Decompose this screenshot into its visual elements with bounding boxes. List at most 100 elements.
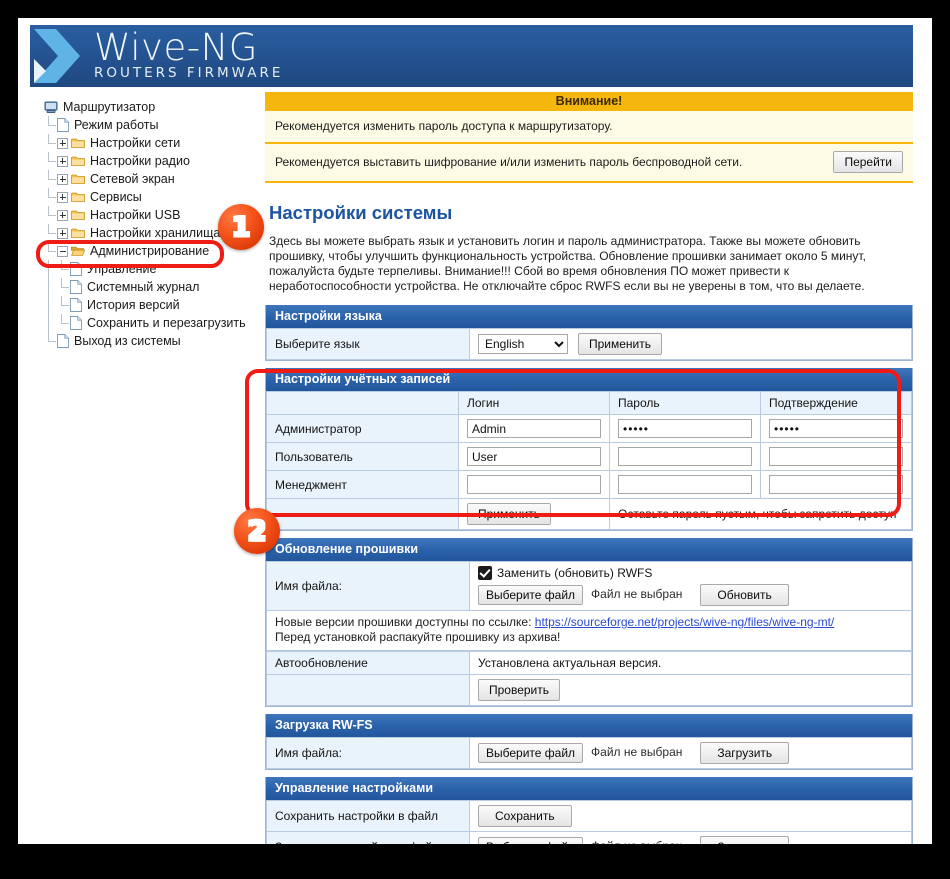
rwfs-panel: Загрузка RW-FS Имя файла: Выберите файл … bbox=[265, 714, 913, 770]
rwfs-checkbox-label: Заменить (обновить) RWFS bbox=[497, 566, 653, 580]
page-icon bbox=[57, 118, 69, 132]
warning-title: Внимание! bbox=[265, 92, 913, 111]
sidebar-item-3[interactable]: Настройки радио bbox=[44, 152, 259, 170]
page-icon bbox=[57, 334, 69, 348]
table-row: Администратор bbox=[266, 414, 912, 443]
accounts-col-blank bbox=[266, 391, 459, 415]
user-login-input[interactable] bbox=[467, 447, 601, 466]
table-row: Имя файла: Заменить (обновить) RWFS Выбе… bbox=[266, 561, 912, 611]
user-confirm-input[interactable] bbox=[769, 447, 903, 466]
tree-expand-icon[interactable] bbox=[57, 209, 68, 221]
firmware-file-picker[interactable]: Выберите файл Файл не выбран bbox=[478, 585, 690, 605]
save-settings-button[interactable]: Сохранить bbox=[478, 805, 572, 827]
tree-expand-icon[interactable] bbox=[57, 137, 68, 149]
settings-file-name: Файл не выбран bbox=[583, 837, 690, 844]
account-login-cell bbox=[458, 470, 610, 499]
sidebar-item-2[interactable]: Настройки сети bbox=[44, 134, 259, 152]
load-settings-button[interactable]: Загрузить bbox=[700, 836, 790, 844]
autoupdate-label: Автообновление bbox=[266, 651, 470, 675]
rwfs-file-label: Имя файла: bbox=[266, 737, 470, 769]
sidebar-item-10[interactable]: Системный журнал bbox=[44, 278, 259, 296]
folder-icon bbox=[71, 155, 85, 167]
brand-tagline: ROUTERS FIRMWARE bbox=[94, 65, 284, 81]
checkbox-icon[interactable] bbox=[478, 566, 492, 580]
rwfs-table: Имя файла: Выберите файл Файл не выбран … bbox=[266, 737, 912, 769]
settings-table: Сохранить настройки в файл Сохранить Заг… bbox=[266, 800, 912, 844]
sidebar-item-1[interactable]: Режим работы bbox=[44, 116, 259, 134]
folder-icon bbox=[71, 227, 85, 239]
tree-expand-icon[interactable] bbox=[57, 173, 68, 185]
firmware-note-line2: Перед установкой распакуйте прошивку из … bbox=[275, 630, 561, 644]
rwfs-checkbox-row[interactable]: Заменить (обновить) RWFS bbox=[478, 566, 652, 580]
account-password-cell bbox=[609, 414, 761, 443]
language-apply-button[interactable]: Применить bbox=[578, 333, 663, 355]
accounts-apply-button[interactable]: Применить bbox=[467, 503, 552, 525]
autoupdate-blank bbox=[266, 674, 470, 706]
folder-icon bbox=[71, 191, 85, 203]
sidebar-item-11[interactable]: История версий bbox=[44, 296, 259, 314]
autoupdate-status: Установлена актуальная версия. bbox=[469, 651, 912, 675]
autoupdate-check-button[interactable]: Проверить bbox=[478, 679, 561, 701]
accounts-footer-blank bbox=[266, 498, 459, 530]
warning-box: Внимание! Рекомендуется изменить пароль … bbox=[265, 92, 913, 183]
tree-connector bbox=[44, 134, 57, 152]
accounts-panel-title: Настройки учётных записей bbox=[266, 368, 912, 391]
tree-expand-icon[interactable] bbox=[57, 227, 68, 239]
sidebar-item-9[interactable]: Управление bbox=[44, 260, 259, 278]
firmware-download-link[interactable]: https://sourceforge.net/projects/wive-ng… bbox=[535, 615, 834, 629]
sidebar-item-4[interactable]: Сетевой экран bbox=[44, 170, 259, 188]
language-select[interactable]: English bbox=[478, 334, 568, 354]
accounts-hint: Оставьте пароль пустым, чтобы запретить … bbox=[609, 498, 912, 530]
tree-expand-icon[interactable] bbox=[57, 191, 68, 203]
account-confirm-cell bbox=[760, 414, 912, 443]
firmware-file-cell: Заменить (обновить) RWFS Выберите файл Ф… bbox=[469, 561, 912, 611]
warning-line-1: Рекомендуется изменить пароль доступа к … bbox=[265, 111, 913, 144]
firmware-choose-file-button[interactable]: Выберите файл bbox=[478, 585, 584, 605]
sidebar-item-label: Настройки хранилища bbox=[90, 226, 221, 240]
rwfs-choose-file-button[interactable]: Выберите файл bbox=[478, 743, 584, 763]
tree-connector bbox=[44, 224, 57, 242]
sidebar-item-13[interactable]: Выход из системы bbox=[44, 332, 259, 350]
settings-file-picker[interactable]: Выберите файл Файл не выбран bbox=[478, 837, 690, 844]
management-login-input[interactable] bbox=[467, 475, 601, 494]
tree-connector bbox=[57, 296, 70, 314]
sidebar-item-label: Сохранить и перезагрузить bbox=[87, 316, 246, 330]
brand-name: Wive-NG bbox=[94, 26, 258, 69]
table-row: Пользователь bbox=[266, 442, 912, 471]
rwfs-file-picker[interactable]: Выберите файл Файл не выбран bbox=[478, 743, 690, 763]
sidebar-item-label: Настройки радио bbox=[90, 154, 190, 168]
settings-choose-file-button[interactable]: Выберите файл bbox=[478, 837, 584, 844]
page-icon bbox=[70, 280, 82, 294]
tree-collapse-icon[interactable] bbox=[57, 245, 68, 257]
firmware-update-button[interactable]: Обновить bbox=[700, 584, 789, 606]
management-password-input[interactable] bbox=[618, 475, 752, 494]
tree-connector bbox=[44, 260, 57, 278]
settings-management-panel: Управление настройками Сохранить настрой… bbox=[265, 777, 913, 844]
user-password-input[interactable] bbox=[618, 447, 752, 466]
management-confirm-input[interactable] bbox=[769, 475, 903, 494]
sidebar-item-12[interactable]: Сохранить и перезагрузить bbox=[44, 314, 259, 332]
admin-confirm-input[interactable] bbox=[769, 419, 903, 438]
go-button[interactable]: Перейти bbox=[833, 151, 903, 173]
load-settings-label: Загрузить настройки из файла bbox=[266, 831, 470, 844]
rwfs-upload-button[interactable]: Загрузить bbox=[700, 742, 790, 764]
tree-connector bbox=[57, 260, 70, 278]
sidebar-item-5[interactable]: Сервисы bbox=[44, 188, 259, 206]
table-row: Проверить bbox=[266, 674, 912, 706]
tree-connector bbox=[44, 206, 57, 224]
accounts-col-confirm: Подтверждение bbox=[760, 391, 912, 415]
admin-login-input[interactable] bbox=[467, 419, 601, 438]
admin-password-input[interactable] bbox=[618, 419, 752, 438]
save-settings-label: Сохранить настройки в файл bbox=[266, 800, 470, 832]
tree-expand-icon[interactable] bbox=[57, 155, 68, 167]
page-title: Настройки системы bbox=[269, 202, 453, 223]
rwfs-panel-title: Загрузка RW-FS bbox=[266, 714, 912, 737]
account-confirm-cell bbox=[760, 442, 912, 471]
accounts-col-login: Логин bbox=[458, 391, 610, 415]
account-row-label: Пользователь bbox=[266, 442, 459, 471]
sidebar-item-label: История версий bbox=[87, 298, 180, 312]
sidebar-item-0[interactable]: Маршрутизатор bbox=[44, 98, 259, 116]
accounts-table: Логин Пароль Подтверждение Администратор bbox=[266, 391, 912, 530]
table-row: Автообновление Установлена актуальная ве… bbox=[266, 651, 912, 675]
sidebar-item-label: Администрирование bbox=[90, 244, 210, 258]
